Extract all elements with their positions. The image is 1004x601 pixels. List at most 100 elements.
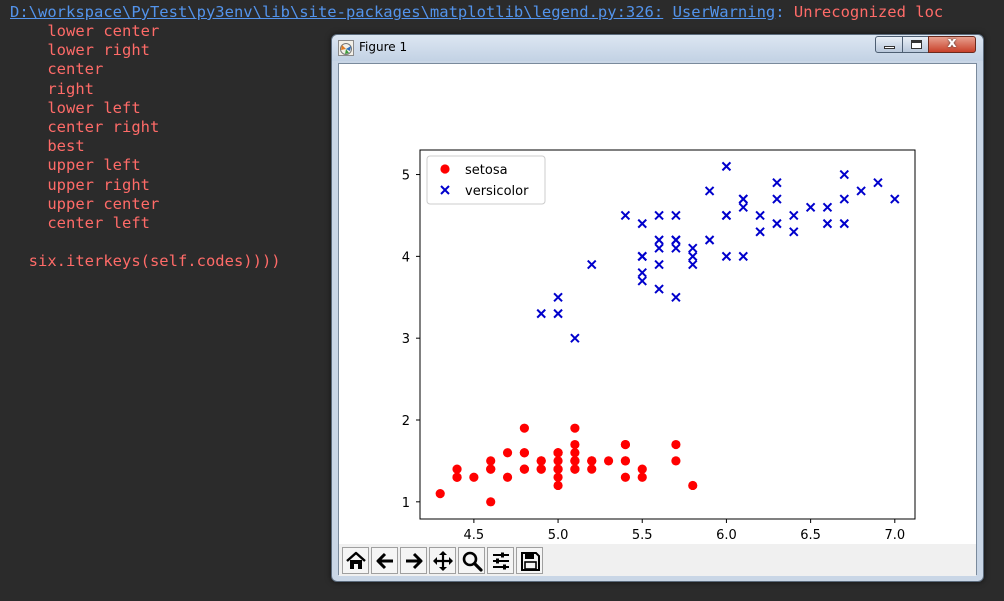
maximize-button[interactable] bbox=[902, 36, 929, 53]
versicolor-point[interactable] bbox=[654, 235, 664, 245]
versicolor-point[interactable] bbox=[856, 186, 866, 196]
setosa-point[interactable] bbox=[519, 448, 529, 458]
setosa-point[interactable] bbox=[637, 472, 647, 482]
setosa-point[interactable] bbox=[570, 456, 580, 466]
window-titlebar[interactable]: Figure 1 x bbox=[332, 35, 983, 61]
setosa-point[interactable] bbox=[536, 456, 546, 466]
save-button[interactable] bbox=[516, 547, 543, 574]
setosa-point[interactable] bbox=[553, 448, 563, 458]
setosa-point[interactable] bbox=[603, 456, 614, 466]
setosa-point[interactable] bbox=[519, 464, 529, 474]
legend-label: versicolor bbox=[465, 184, 529, 199]
navigation-toolbar bbox=[339, 544, 976, 576]
versicolor-point[interactable] bbox=[688, 259, 698, 270]
setosa-point[interactable] bbox=[452, 472, 462, 482]
setosa-point[interactable] bbox=[553, 456, 563, 466]
setosa-point[interactable] bbox=[553, 472, 563, 482]
versicolor-point[interactable] bbox=[654, 210, 664, 221]
versicolor-point[interactable] bbox=[721, 161, 732, 172]
setosa-point[interactable] bbox=[570, 439, 580, 450]
versicolor-point[interactable] bbox=[805, 202, 816, 212]
warning-message: Unrecognized loc bbox=[793, 3, 944, 21]
console-line: lower center bbox=[10, 22, 160, 40]
versicolor-point[interactable] bbox=[671, 235, 681, 245]
versicolor-point[interactable] bbox=[789, 210, 799, 221]
versicolor-point[interactable] bbox=[553, 308, 563, 319]
versicolor-point[interactable] bbox=[839, 169, 849, 180]
versicolor-point[interactable] bbox=[721, 210, 732, 221]
setosa-point[interactable] bbox=[688, 480, 698, 491]
versicolor-point[interactable] bbox=[704, 186, 715, 196]
home-button[interactable] bbox=[342, 547, 369, 574]
versicolor-point[interactable] bbox=[688, 251, 698, 262]
setosa-point[interactable] bbox=[502, 448, 513, 458]
setosa-point[interactable] bbox=[519, 423, 529, 433]
setosa-point[interactable] bbox=[587, 464, 597, 474]
zoom-button[interactable] bbox=[458, 547, 485, 574]
versicolor-point[interactable] bbox=[654, 243, 664, 253]
back-button[interactable] bbox=[371, 547, 398, 574]
setosa-point[interactable] bbox=[637, 464, 647, 474]
setosa-point[interactable] bbox=[671, 456, 681, 466]
setosa-point[interactable] bbox=[486, 497, 496, 507]
versicolor-point[interactable] bbox=[721, 251, 732, 262]
versicolor-point[interactable] bbox=[755, 210, 765, 221]
versicolor-point[interactable] bbox=[637, 268, 647, 278]
versicolor-point[interactable] bbox=[553, 292, 563, 302]
versicolor-point[interactable] bbox=[890, 194, 900, 204]
setosa-point[interactable] bbox=[570, 423, 580, 433]
configure-subplots-button[interactable] bbox=[487, 547, 514, 574]
setosa-point[interactable] bbox=[570, 464, 580, 474]
forward-button[interactable] bbox=[400, 547, 427, 574]
setosa-point[interactable] bbox=[671, 439, 681, 450]
setosa-point[interactable] bbox=[553, 480, 563, 491]
versicolor-point[interactable] bbox=[772, 178, 782, 188]
setosa-point[interactable] bbox=[469, 472, 479, 482]
versicolor-point[interactable] bbox=[822, 218, 833, 229]
warning-category-link[interactable]: UserWarning bbox=[673, 3, 776, 21]
minimize-button[interactable] bbox=[875, 36, 903, 53]
versicolor-point[interactable] bbox=[772, 194, 782, 204]
setosa-point[interactable] bbox=[435, 489, 445, 499]
versicolor-point[interactable] bbox=[789, 227, 799, 237]
versicolor-point[interactable] bbox=[637, 251, 647, 262]
versicolor-point[interactable] bbox=[738, 202, 748, 212]
versicolor-point[interactable] bbox=[637, 276, 647, 286]
setosa-point[interactable] bbox=[620, 472, 631, 482]
pan-button[interactable] bbox=[429, 547, 456, 574]
versicolor-point[interactable] bbox=[839, 194, 849, 204]
setosa-point[interactable] bbox=[536, 464, 546, 474]
versicolor-point[interactable] bbox=[839, 218, 849, 229]
versicolor-point[interactable] bbox=[688, 243, 698, 253]
versicolor-point[interactable] bbox=[738, 194, 748, 204]
versicolor-point[interactable] bbox=[671, 292, 681, 302]
warning-file-link[interactable]: D:\workspace\PyTest\py3env\lib\site-pack… bbox=[10, 3, 663, 21]
versicolor-point[interactable] bbox=[536, 308, 546, 319]
setosa-point[interactable] bbox=[570, 448, 580, 458]
setosa-point[interactable] bbox=[486, 456, 496, 466]
versicolor-point[interactable] bbox=[637, 218, 647, 229]
versicolor-point[interactable] bbox=[587, 259, 597, 270]
versicolor-point[interactable] bbox=[755, 227, 765, 237]
versicolor-point[interactable] bbox=[822, 202, 833, 212]
setosa-point[interactable] bbox=[587, 456, 597, 466]
setosa-point[interactable] bbox=[553, 464, 563, 474]
setosa-point[interactable] bbox=[502, 472, 513, 482]
versicolor-point[interactable] bbox=[654, 284, 664, 294]
setosa-point[interactable] bbox=[452, 464, 462, 474]
versicolor-point[interactable] bbox=[654, 259, 664, 270]
setosa-point[interactable] bbox=[620, 456, 631, 466]
versicolor-point[interactable] bbox=[570, 333, 580, 343]
console-line: upper right bbox=[10, 175, 150, 194]
versicolor-point[interactable] bbox=[671, 210, 681, 221]
versicolor-point[interactable] bbox=[671, 243, 681, 253]
versicolor-point[interactable] bbox=[620, 210, 631, 221]
versicolor-point[interactable] bbox=[772, 218, 782, 229]
setosa-point[interactable] bbox=[620, 439, 631, 450]
scatter-plot[interactable]: 4.55.05.56.06.57.012345sepal lengthsetos… bbox=[339, 64, 976, 544]
close-button[interactable]: x bbox=[928, 35, 976, 53]
versicolor-point[interactable] bbox=[704, 235, 715, 245]
versicolor-point[interactable] bbox=[738, 251, 748, 262]
setosa-point[interactable] bbox=[486, 464, 496, 474]
versicolor-point[interactable] bbox=[873, 178, 883, 188]
